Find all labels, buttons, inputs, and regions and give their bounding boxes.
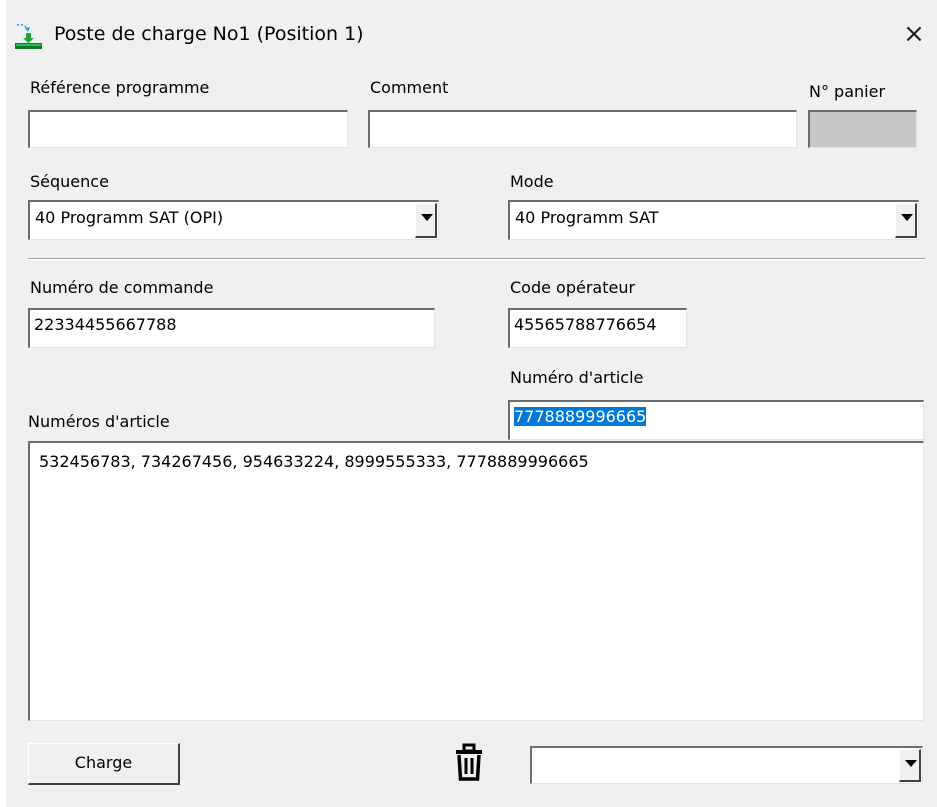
mode-select[interactable]: 40 Programm SAT <box>508 200 919 240</box>
numeros-article-label: Numéros d'article <box>28 412 170 431</box>
bottom-select[interactable] <box>530 746 923 784</box>
numero-commande-label: Numéro de commande <box>30 278 214 297</box>
code-operateur-input[interactable]: 45565788776654 <box>508 308 687 348</box>
chevron-down-icon[interactable] <box>415 203 437 238</box>
sequence-label: Séquence <box>30 172 109 191</box>
reference-programme-label: Référence programme <box>30 78 210 97</box>
numeros-article-textarea[interactable]: 532456783, 734267456, 954633224, 8999555… <box>28 441 924 721</box>
charge-button[interactable]: Charge <box>28 743 180 785</box>
reference-programme-input[interactable] <box>28 110 348 148</box>
title-bar: Poste de charge No1 (Position 1) × <box>6 0 937 66</box>
loading-station-icon <box>15 23 42 49</box>
chevron-down-icon[interactable] <box>895 203 917 238</box>
panier-input <box>808 110 917 148</box>
chevron-down-icon[interactable] <box>899 749 921 782</box>
separator <box>28 258 925 260</box>
numero-article-selected-text: 7778889996665 <box>514 407 647 426</box>
window-title: Poste de charge No1 (Position 1) <box>54 23 364 45</box>
close-icon[interactable]: × <box>896 16 932 52</box>
panier-label: N° panier <box>809 82 886 101</box>
mode-value: 40 Programm SAT <box>515 208 659 227</box>
numero-commande-input[interactable]: 22334455667788 <box>28 308 435 348</box>
sequence-value: 40 Programm SAT (OPI) <box>35 208 224 227</box>
code-operateur-label: Code opérateur <box>510 278 636 297</box>
sequence-select[interactable]: 40 Programm SAT (OPI) <box>28 200 439 240</box>
comment-label: Comment <box>370 78 449 97</box>
numero-article-label: Numéro d'article <box>510 368 644 387</box>
trash-icon[interactable] <box>452 743 486 783</box>
comment-input[interactable] <box>368 110 797 148</box>
mode-label: Mode <box>510 172 554 191</box>
numero-article-input[interactable]: 7778889996665 <box>508 400 924 440</box>
dialog-window: Poste de charge No1 (Position 1) × Référ… <box>6 0 937 807</box>
